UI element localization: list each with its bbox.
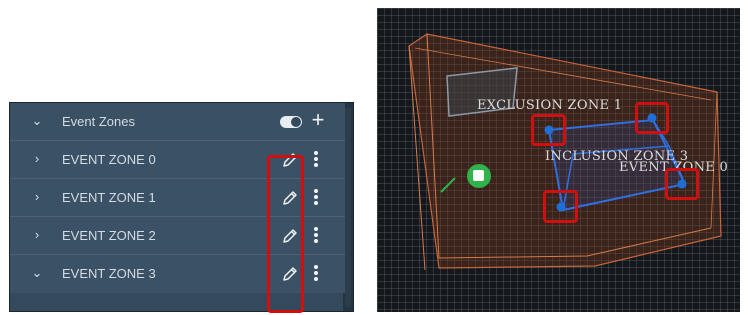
chevron-right-icon[interactable]: › xyxy=(30,190,44,204)
device-handle[interactable] xyxy=(467,164,491,188)
device-icon xyxy=(473,170,484,181)
more-options-icon[interactable] xyxy=(312,149,320,171)
vertex-dot[interactable] xyxy=(647,113,657,123)
zone-vertex-marker[interactable] xyxy=(635,102,669,134)
scrollbar-thumb[interactable] xyxy=(345,107,351,307)
vertex-dot[interactable] xyxy=(677,179,687,189)
toggle-knob xyxy=(291,117,301,127)
exclusion-zone-label: EXCLUSION ZONE 1 xyxy=(477,98,623,113)
edit-icons-highlight xyxy=(267,155,304,313)
event-zone-label: EVENT ZONE 0 xyxy=(62,152,156,167)
event-zones-header[interactable]: ⌄ Event Zones + xyxy=(10,103,345,141)
chevron-down-icon[interactable]: ⌄ xyxy=(30,266,44,280)
event-zones-title: Event Zones xyxy=(62,114,135,129)
vertex-dot[interactable] xyxy=(556,202,565,211)
zone-vertex-marker[interactable] xyxy=(543,190,578,223)
event-zone-label: EVENT ZONE 2 xyxy=(62,228,156,243)
chevron-down-icon[interactable]: ⌄ xyxy=(30,114,44,128)
event-zone-label: EVENT ZONE 3 xyxy=(62,266,156,281)
more-options-icon[interactable] xyxy=(312,187,320,209)
event-zone-label: EVENT ZONE 1 xyxy=(62,190,156,205)
more-options-icon[interactable] xyxy=(312,225,320,247)
more-options-icon[interactable] xyxy=(312,263,320,285)
chevron-right-icon[interactable]: › xyxy=(30,228,44,242)
event-zones-visibility-toggle[interactable] xyxy=(280,116,302,128)
vertex-dot[interactable] xyxy=(544,125,553,135)
chevron-right-icon[interactable]: › xyxy=(30,152,44,166)
floorplan-viewport[interactable]: EXCLUSION ZONE 1 INCLUSION ZONE 3 EVENT … xyxy=(377,8,740,312)
zone-vertex-marker[interactable] xyxy=(531,114,566,146)
plus-icon[interactable]: + xyxy=(309,108,327,132)
zone-vertex-marker[interactable] xyxy=(665,168,699,200)
